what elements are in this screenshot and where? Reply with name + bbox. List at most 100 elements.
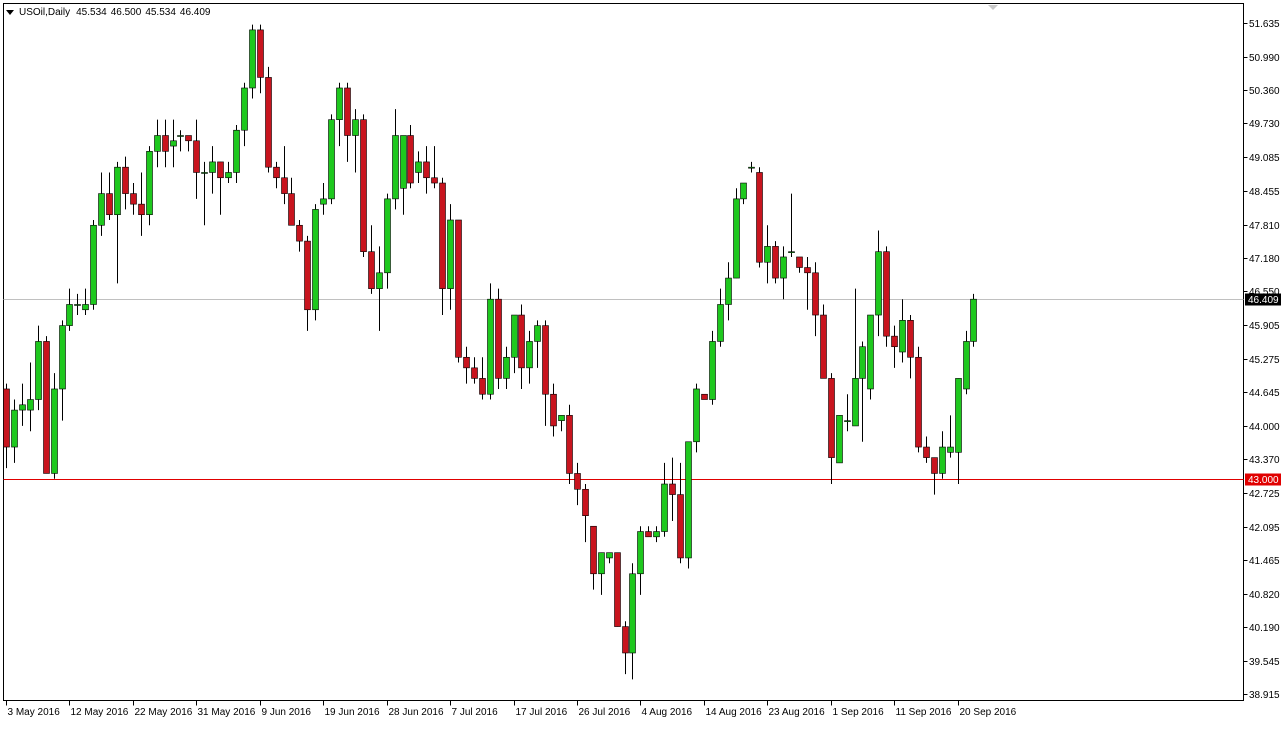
bear-candle-body <box>812 272 819 316</box>
bear-candle-body <box>471 367 478 379</box>
price-axis: 51.635 50.990 50.360 49.730 49.085 48.455 47.8… <box>1243 19 1280 701</box>
chart-header: USOil,Daily 45.534 46.500 45.534 46.409 <box>4 4 215 20</box>
bear-candle-body <box>265 77 272 168</box>
bear-candle-body <box>907 320 914 358</box>
candle <box>328 114 335 205</box>
candle <box>43 336 50 474</box>
bull-candle-body <box>170 140 177 147</box>
bull-candle-body <box>526 341 533 369</box>
time-tick-label: 20 Sep 2016 <box>960 707 1017 718</box>
candle <box>455 219 462 363</box>
time-tick-label: 26 Jul 2016 <box>579 707 631 718</box>
bear-candle-body <box>566 415 573 474</box>
bull-candle-body <box>225 172 232 179</box>
candle <box>566 404 573 485</box>
bull-candle-body <box>447 219 454 289</box>
candle <box>685 441 692 569</box>
bull-candle-body <box>146 151 153 216</box>
candle <box>772 241 779 284</box>
bear-candle-body <box>677 494 684 559</box>
support-price-label-text: 43.000 <box>1248 475 1279 486</box>
low-price-label: 45.534 <box>145 6 176 18</box>
candle <box>709 330 716 405</box>
bear-candle-body <box>273 166 280 179</box>
candle <box>970 293 977 347</box>
bear-candle-body <box>883 251 890 337</box>
bull-candle-body <box>939 446 946 474</box>
price-tick-label: 49.730 <box>1249 119 1280 130</box>
bear-candle-body <box>193 140 200 173</box>
bull-candle-body <box>836 415 843 464</box>
bull-candle-body <box>867 314 874 390</box>
bear-candle-body <box>796 256 803 268</box>
time-tick-label: 19 Jun 2016 <box>325 707 380 718</box>
bear-candle-body <box>138 203 145 216</box>
bear-candle-body <box>407 135 414 184</box>
time-axis: 3 May 2016 12 May 2016 22 May 2016 31 May 2… <box>6 700 1017 718</box>
time-tick-label: 1 Sep 2016 <box>833 707 885 718</box>
bear-candle-body <box>590 525 597 575</box>
bull-candle-body <box>748 166 755 169</box>
bull-candle-body <box>852 378 859 427</box>
bull-candle-body <box>241 87 248 131</box>
candle <box>756 167 763 268</box>
bull-candle-body <box>320 198 327 205</box>
bear-candle-body <box>43 341 50 474</box>
bull-candle-body <box>503 356 510 379</box>
bear-candle-body <box>772 246 779 279</box>
bull-candle-body <box>606 552 613 559</box>
bull-candle-body <box>685 441 692 559</box>
bear-candle-body <box>455 219 462 358</box>
bear-candle-body <box>439 182 446 289</box>
candle <box>820 304 827 379</box>
bear-candle-body <box>542 325 549 395</box>
bear-candle-body <box>622 626 629 654</box>
bull-candle-body <box>209 161 216 173</box>
candle <box>265 66 272 173</box>
price-tick-label: 40.190 <box>1249 623 1280 634</box>
bull-candle-body <box>66 304 73 326</box>
bull-candle-body <box>629 573 636 654</box>
bull-candle-body <box>328 119 335 200</box>
bull-candle-body <box>511 314 518 358</box>
price-tick-label: 47.180 <box>1249 254 1280 265</box>
bull-candle-body <box>400 135 407 189</box>
bull-candle-body <box>249 29 256 89</box>
chart-window[interactable]: USOil,Daily 45.534 46.500 45.534 46.409 … <box>0 0 1285 724</box>
price-tick-label: 44.000 <box>1249 422 1280 433</box>
price-tick-label: 38.915 <box>1249 690 1280 701</box>
bull-candle-body <box>875 251 882 316</box>
bull-candle-body <box>764 246 771 263</box>
candle <box>249 24 256 99</box>
bear-candle-body <box>257 29 264 78</box>
bull-candle-body <box>637 531 644 575</box>
bull-candle-body <box>35 341 42 400</box>
price-tick-label: 49.085 <box>1249 153 1280 164</box>
candle <box>867 314 874 400</box>
bull-candle-body <box>717 304 724 342</box>
bull-candle-body <box>859 346 866 379</box>
bull-candle-body <box>27 399 34 411</box>
bull-candle-body <box>59 325 66 390</box>
bull-candle-body <box>725 277 732 305</box>
price-tick-label: 51.635 <box>1249 19 1280 30</box>
bear-candle-body <box>828 378 835 458</box>
bear-candle-body <box>288 193 295 226</box>
bull-candle-body <box>19 404 26 411</box>
candlestick-chart[interactable]: 51.635 50.990 50.360 49.730 49.085 48.455 47.8… <box>0 0 1285 724</box>
bull-candle-body <box>947 446 954 453</box>
time-tick-label: 11 Sep 2016 <box>896 707 952 718</box>
bull-candle-body <box>899 320 906 353</box>
bull-candle-body <box>598 552 605 575</box>
bull-candle-body <box>312 209 319 311</box>
bear-candle-body <box>550 393 557 427</box>
chevron-down-icon[interactable] <box>6 9 14 15</box>
support-price-label: 43.000 <box>1245 473 1281 486</box>
candle <box>883 246 890 347</box>
bull-candle-body <box>740 182 747 200</box>
bear-candle-body <box>217 161 224 179</box>
candle <box>701 393 708 400</box>
bear-candle-body <box>614 552 621 627</box>
bear-candle-body <box>495 298 502 379</box>
bull-candle-body <box>487 298 494 395</box>
